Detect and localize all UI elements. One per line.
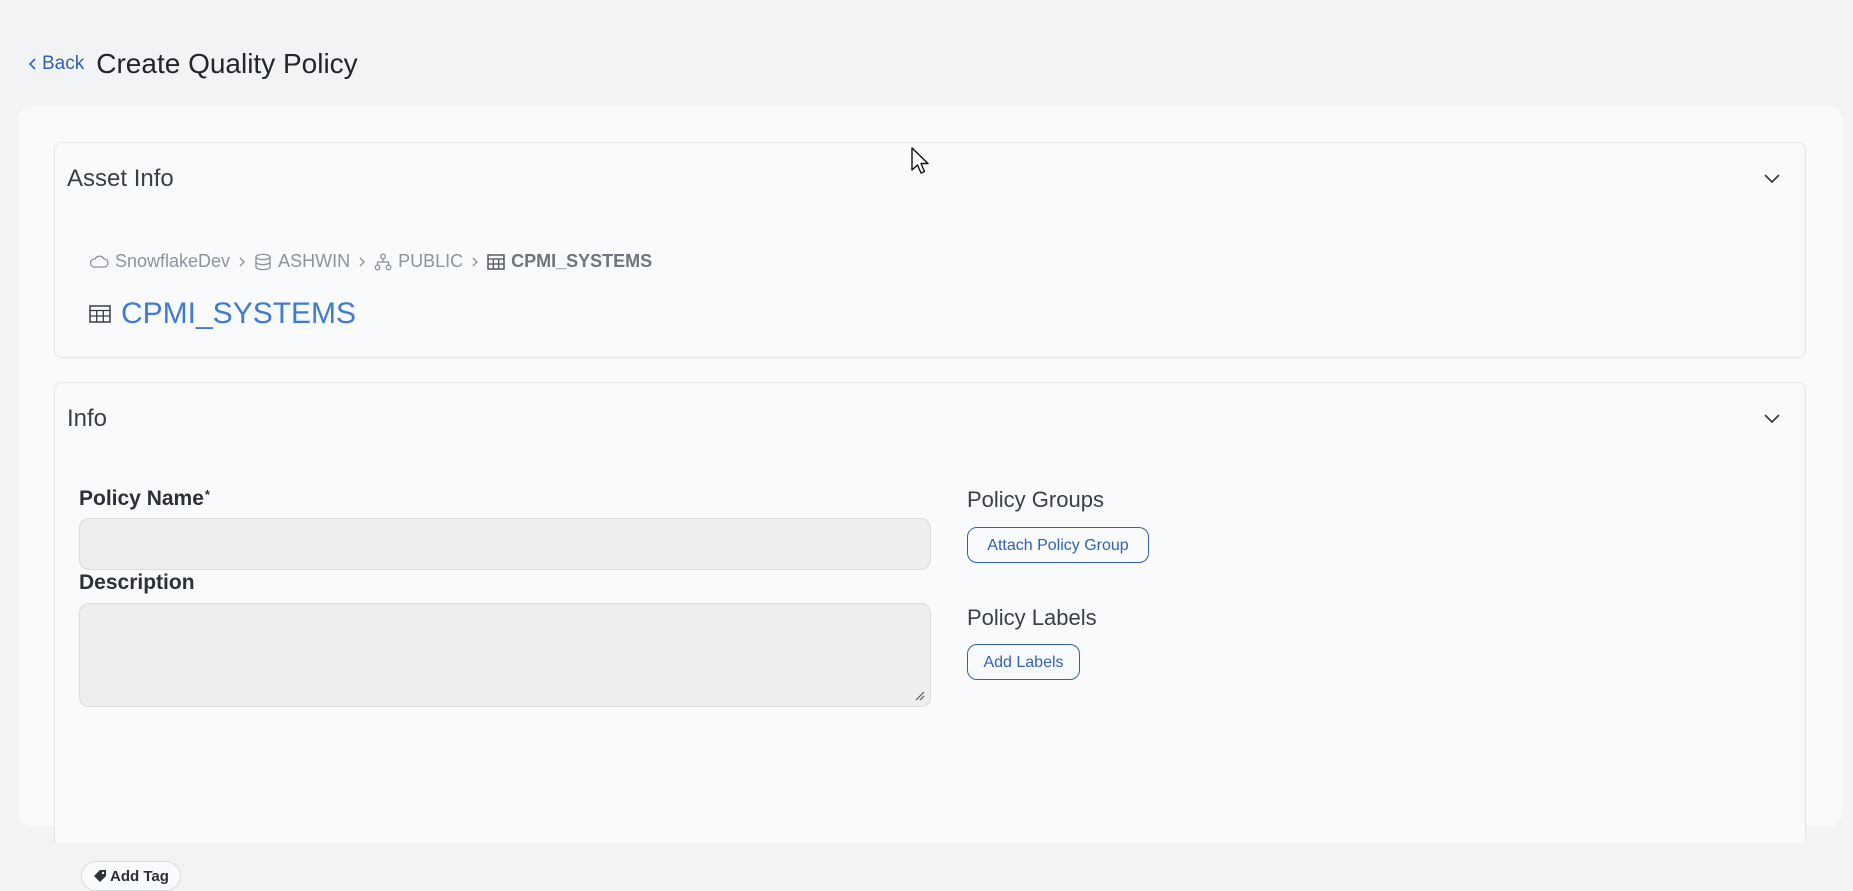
policy-name-label-text: Policy Name — [79, 487, 204, 510]
description-wrapper — [79, 603, 931, 707]
chevron-right-icon — [471, 256, 479, 268]
breadcrumb: SnowflakeDev ASHWIN PUBLIC CPMI_SYSTEMS — [89, 251, 652, 272]
page-title: Create Quality Policy — [96, 48, 358, 79]
breadcrumb-item-connection[interactable]: SnowflakeDev — [89, 251, 230, 272]
description-textarea[interactable] — [79, 603, 931, 707]
add-tag-label: Add Tag — [110, 867, 169, 885]
policy-groups-label: Policy Groups — [967, 487, 1104, 512]
main-card: Asset Info SnowflakeDev ASHWIN PUBLIC CP… — [18, 106, 1842, 891]
asset-name-link[interactable]: CPMI_SYSTEMS — [89, 297, 356, 331]
breadcrumb-item-table: CPMI_SYSTEMS — [487, 251, 652, 272]
chevron-down-icon[interactable] — [1763, 173, 1781, 185]
back-label: Back — [42, 53, 85, 74]
chevron-down-icon[interactable] — [1763, 413, 1781, 425]
resize-handle-icon[interactable] — [913, 689, 925, 701]
breadcrumb-label: ASHWIN — [278, 251, 351, 271]
policy-labels-label: Policy Labels — [967, 605, 1097, 630]
back-link[interactable]: Back — [28, 53, 84, 75]
required-mark: * — [204, 487, 210, 502]
asset-info-title: Asset Info — [67, 165, 174, 192]
chevron-left-icon — [28, 58, 36, 70]
breadcrumb-item-schema[interactable]: PUBLIC — [374, 251, 463, 272]
info-section: Info Policy Name* Description Policy Gro… — [54, 382, 1806, 891]
add-labels-button[interactable]: Add Labels — [967, 644, 1080, 680]
table-icon — [89, 305, 111, 323]
breadcrumb-item-database[interactable]: ASHWIN — [254, 251, 350, 272]
breadcrumb-label: PUBLIC — [398, 251, 464, 271]
description-label: Description — [79, 571, 195, 594]
info-title: Info — [67, 405, 108, 432]
chevron-right-icon — [358, 256, 366, 268]
policy-name-input[interactable] — [79, 518, 931, 570]
page-header: Back Create Quality Policy — [28, 48, 358, 80]
tag-icon — [94, 870, 106, 882]
asset-name: CPMI_SYSTEMS — [121, 297, 357, 330]
attach-policy-group-button[interactable]: Attach Policy Group — [967, 527, 1149, 563]
breadcrumb-label: SnowflakeDev — [115, 251, 231, 271]
chevron-right-icon — [238, 256, 246, 268]
schema-icon — [374, 253, 392, 270]
mouse-cursor-icon — [911, 147, 929, 174]
table-icon — [487, 253, 505, 270]
database-icon — [255, 253, 271, 270]
policy-name-label: Policy Name* — [79, 487, 210, 511]
cloud-icon — [89, 255, 109, 268]
add-tag-button[interactable]: Add Tag — [81, 861, 181, 891]
breadcrumb-label: CPMI_SYSTEMS — [511, 251, 653, 271]
